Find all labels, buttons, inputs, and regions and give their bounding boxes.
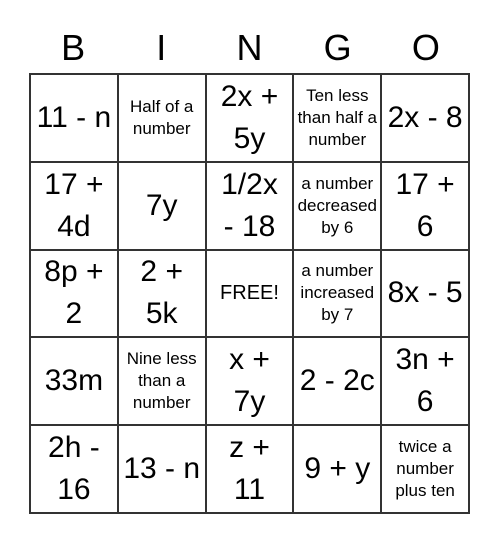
bingo-cell[interactable]: twice a number plus ten	[381, 425, 469, 513]
header-letter-b: B	[61, 27, 86, 68]
header-letter-n: N	[236, 27, 263, 68]
bingo-cell[interactable]: 2x - 8	[381, 74, 469, 162]
bingo-cell[interactable]: Nine less than a number	[117, 337, 206, 426]
bingo-cell[interactable]: Ten less than half a number	[293, 74, 382, 162]
bingo-cell[interactable]: 17 + 6	[381, 161, 469, 250]
bingo-cell[interactable]: 8p + 2	[30, 249, 118, 338]
header-letter-o: O	[411, 27, 440, 68]
header-letter-g: G	[323, 27, 352, 68]
bingo-cell[interactable]: 2x + 5y	[205, 74, 294, 162]
bingo-cell[interactable]: 17 + 4d	[30, 161, 118, 250]
bingo-cell[interactable]: 9 + y	[293, 425, 382, 513]
bingo-cell[interactable]: a number increased by 7	[293, 249, 382, 338]
bingo-cell[interactable]: 2 + 5k	[117, 249, 206, 338]
header-letter-i: I	[156, 27, 167, 68]
bingo-cell[interactable]: 8x - 5	[381, 249, 469, 338]
bingo-cell[interactable]: z + 11	[205, 425, 294, 513]
bingo-cell[interactable]: 11 - n	[30, 74, 118, 162]
bingo-cell[interactable]: Half of a number	[117, 74, 206, 162]
bingo-cell[interactable]: 1/2x - 18	[205, 161, 294, 250]
bingo-cell[interactable]: 13 - n	[117, 425, 206, 513]
bingo-cell[interactable]: 2h - 16	[30, 425, 118, 513]
bingo-cell[interactable]: 7y	[117, 161, 206, 250]
bingo-cell[interactable]: a number decreased by 6	[293, 161, 382, 250]
bingo-cell[interactable]: 3n + 6	[381, 337, 469, 426]
bingo-card: 11 - n Half of a number 2x + 5y Ten less th…	[29, 73, 470, 514]
free-space-cell[interactable]: FREE!	[205, 249, 294, 338]
bingo-cell[interactable]: 33m	[30, 337, 118, 426]
bingo-cell[interactable]: x + 7y	[205, 337, 294, 426]
bingo-header: B I N G O	[29, 26, 470, 70]
bingo-cell[interactable]: 2 - 2c	[293, 337, 382, 426]
